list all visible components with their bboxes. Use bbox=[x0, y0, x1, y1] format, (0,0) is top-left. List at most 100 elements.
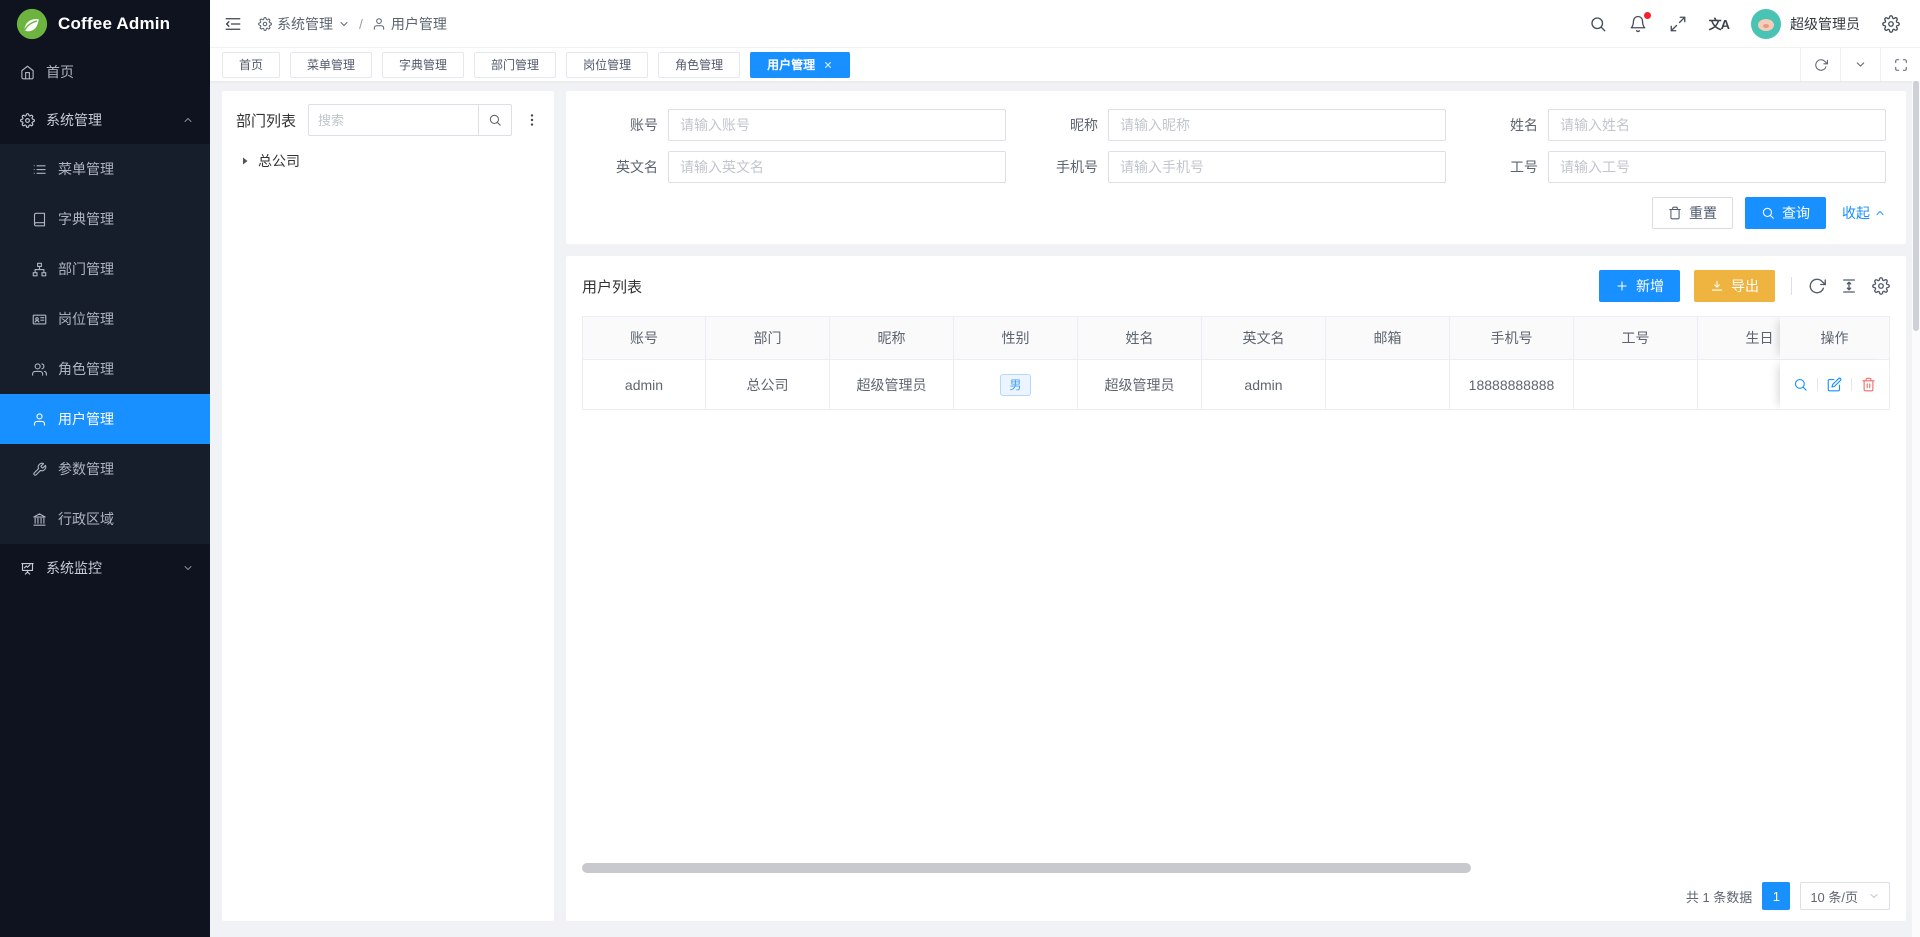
chevron-down-icon bbox=[338, 18, 350, 30]
tab-menu-mgmt[interactable]: 菜单管理 bbox=[290, 52, 372, 78]
sidebar-item-label: 首页 bbox=[46, 62, 74, 82]
account-input[interactable] bbox=[668, 109, 1006, 141]
tab-user-mgmt[interactable]: 用户管理 bbox=[750, 52, 850, 78]
col-account: 账号 bbox=[582, 316, 706, 360]
row-density-icon[interactable] bbox=[1840, 277, 1858, 295]
search-icon[interactable] bbox=[1589, 15, 1607, 33]
page-size-select[interactable]: 10 条/页 bbox=[1800, 882, 1890, 910]
app-root: Coffee Admin 首页 系统管理 菜单管理 字典管理 bbox=[0, 0, 1920, 937]
sidebar-item-system-monitor[interactable]: 系统监控 bbox=[0, 544, 210, 592]
breadcrumb-label: 用户管理 bbox=[391, 14, 447, 34]
tabbar-controls bbox=[1800, 48, 1920, 81]
breadcrumb-item-user[interactable]: 用户管理 bbox=[372, 14, 447, 34]
user-menu[interactable]: 超级管理员 bbox=[1751, 9, 1860, 39]
sidebar-item-menu-mgmt[interactable]: 菜单管理 bbox=[0, 144, 210, 194]
table-refresh-icon[interactable] bbox=[1808, 277, 1826, 295]
settings-gear-icon[interactable] bbox=[1882, 15, 1900, 33]
sidebar-item-label: 字典管理 bbox=[58, 209, 114, 229]
field-label: 英文名 bbox=[586, 157, 658, 177]
sidebar-item-home[interactable]: 首页 bbox=[0, 48, 210, 96]
sidebar-item-label: 角色管理 bbox=[58, 359, 114, 379]
row-view-icon[interactable] bbox=[1793, 377, 1808, 392]
tab-refresh-icon[interactable] bbox=[1800, 48, 1840, 81]
cell-actions bbox=[1780, 360, 1890, 410]
query-button[interactable]: 查询 bbox=[1745, 197, 1826, 229]
users-icon bbox=[32, 362, 47, 377]
right-column: 账号 昵称 姓名 英文名 bbox=[566, 91, 1906, 921]
toolbar-divider bbox=[1791, 277, 1792, 295]
sidebar-item-user-mgmt[interactable]: 用户管理 bbox=[0, 394, 210, 444]
col-name: 姓名 bbox=[1078, 316, 1202, 360]
collapse-link[interactable]: 收起 bbox=[1842, 203, 1886, 223]
tab-role-mgmt[interactable]: 角色管理 bbox=[658, 52, 740, 78]
search-form-actions: 重置 查询 收起 bbox=[586, 197, 1886, 229]
id-card-icon bbox=[32, 312, 47, 327]
sidebar-item-dict-mgmt[interactable]: 字典管理 bbox=[0, 194, 210, 244]
export-button[interactable]: 导出 bbox=[1694, 270, 1775, 302]
tab-dept-mgmt[interactable]: 部门管理 bbox=[474, 52, 556, 78]
wrench-icon bbox=[32, 462, 47, 477]
menu-fold-icon[interactable] bbox=[224, 15, 242, 33]
fullscreen-icon[interactable] bbox=[1669, 15, 1687, 33]
gear-icon bbox=[20, 113, 35, 128]
user-icon bbox=[372, 17, 386, 31]
dept-tree-node-root[interactable]: 总公司 bbox=[236, 151, 540, 171]
row-delete-icon[interactable] bbox=[1861, 377, 1876, 392]
job-no-input[interactable] bbox=[1548, 151, 1886, 183]
tab-home[interactable]: 首页 bbox=[222, 52, 280, 78]
horizontal-scrollbar bbox=[582, 863, 1890, 873]
notification-bell-icon[interactable] bbox=[1629, 15, 1647, 33]
name-input[interactable] bbox=[1548, 109, 1886, 141]
sidebar-item-system-mgmt[interactable]: 系统管理 bbox=[0, 96, 210, 144]
caret-right-icon[interactable] bbox=[239, 155, 251, 167]
row-edit-icon[interactable] bbox=[1827, 377, 1842, 392]
horizontal-scrollbar-thumb[interactable] bbox=[582, 863, 1471, 873]
tab-close-icon[interactable] bbox=[823, 60, 833, 70]
sidebar-item-label: 用户管理 bbox=[58, 409, 114, 429]
bank-icon bbox=[32, 512, 47, 527]
cell-name: 超级管理员 bbox=[1078, 360, 1202, 410]
tab-dict-mgmt[interactable]: 字典管理 bbox=[382, 52, 464, 78]
user-table: 账号 部门 昵称 性别 姓名 英文名 邮箱 手机号 工号 bbox=[582, 316, 1890, 410]
nickname-input[interactable] bbox=[1108, 109, 1446, 141]
sidebar-item-dept-mgmt[interactable]: 部门管理 bbox=[0, 244, 210, 294]
dept-more-icon[interactable] bbox=[524, 112, 540, 128]
field-job-no: 工号 bbox=[1466, 151, 1886, 183]
app-title: Coffee Admin bbox=[58, 14, 170, 34]
pagination-page-1[interactable]: 1 bbox=[1762, 882, 1790, 910]
sidebar-item-label: 菜单管理 bbox=[58, 159, 114, 179]
phone-input[interactable] bbox=[1108, 151, 1446, 183]
en-name-input[interactable] bbox=[668, 151, 1006, 183]
sidebar-item-role-mgmt[interactable]: 角色管理 bbox=[0, 344, 210, 394]
add-button[interactable]: 新增 bbox=[1599, 270, 1680, 302]
sidebar-item-region[interactable]: 行政区域 bbox=[0, 494, 210, 544]
breadcrumb-item-system[interactable]: 系统管理 bbox=[258, 14, 350, 34]
reset-button[interactable]: 重置 bbox=[1652, 197, 1733, 229]
vertical-scrollbar-thumb[interactable] bbox=[1913, 81, 1919, 331]
dept-search-button[interactable] bbox=[478, 104, 512, 136]
gender-tag: 男 bbox=[1000, 374, 1030, 396]
content-maximize-icon[interactable] bbox=[1880, 48, 1920, 81]
col-email: 邮箱 bbox=[1326, 316, 1450, 360]
table-row[interactable]: admin 总公司 超级管理员 男 超级管理员 admin 1888888888… bbox=[582, 360, 1890, 410]
translate-icon[interactable]: 文A bbox=[1709, 14, 1729, 33]
search-form-grid: 账号 昵称 姓名 英文名 bbox=[586, 109, 1886, 183]
pagination: 共 1 条数据 1 10 条/页 bbox=[582, 877, 1890, 915]
field-nickname: 昵称 bbox=[1026, 109, 1446, 141]
search-form-card: 账号 昵称 姓名 英文名 bbox=[566, 91, 1906, 244]
tab-list-chevron-icon[interactable] bbox=[1840, 48, 1880, 81]
sidebar-item-post-mgmt[interactable]: 岗位管理 bbox=[0, 294, 210, 344]
field-name: 姓名 bbox=[1466, 109, 1886, 141]
download-icon bbox=[1710, 279, 1724, 293]
notification-badge bbox=[1644, 12, 1651, 19]
breadcrumb-label: 系统管理 bbox=[277, 14, 333, 34]
field-account: 账号 bbox=[586, 109, 1006, 141]
cell-en-name: admin bbox=[1202, 360, 1326, 410]
column-settings-gear-icon[interactable] bbox=[1872, 277, 1890, 295]
sidebar-item-param-mgmt[interactable]: 参数管理 bbox=[0, 444, 210, 494]
dept-panel-title: 部门列表 bbox=[236, 110, 296, 131]
tab-post-mgmt[interactable]: 岗位管理 bbox=[566, 52, 648, 78]
sidebar-item-label: 部门管理 bbox=[58, 259, 114, 279]
dept-search-input[interactable] bbox=[308, 104, 478, 136]
dept-tree-node-label: 总公司 bbox=[258, 151, 300, 171]
